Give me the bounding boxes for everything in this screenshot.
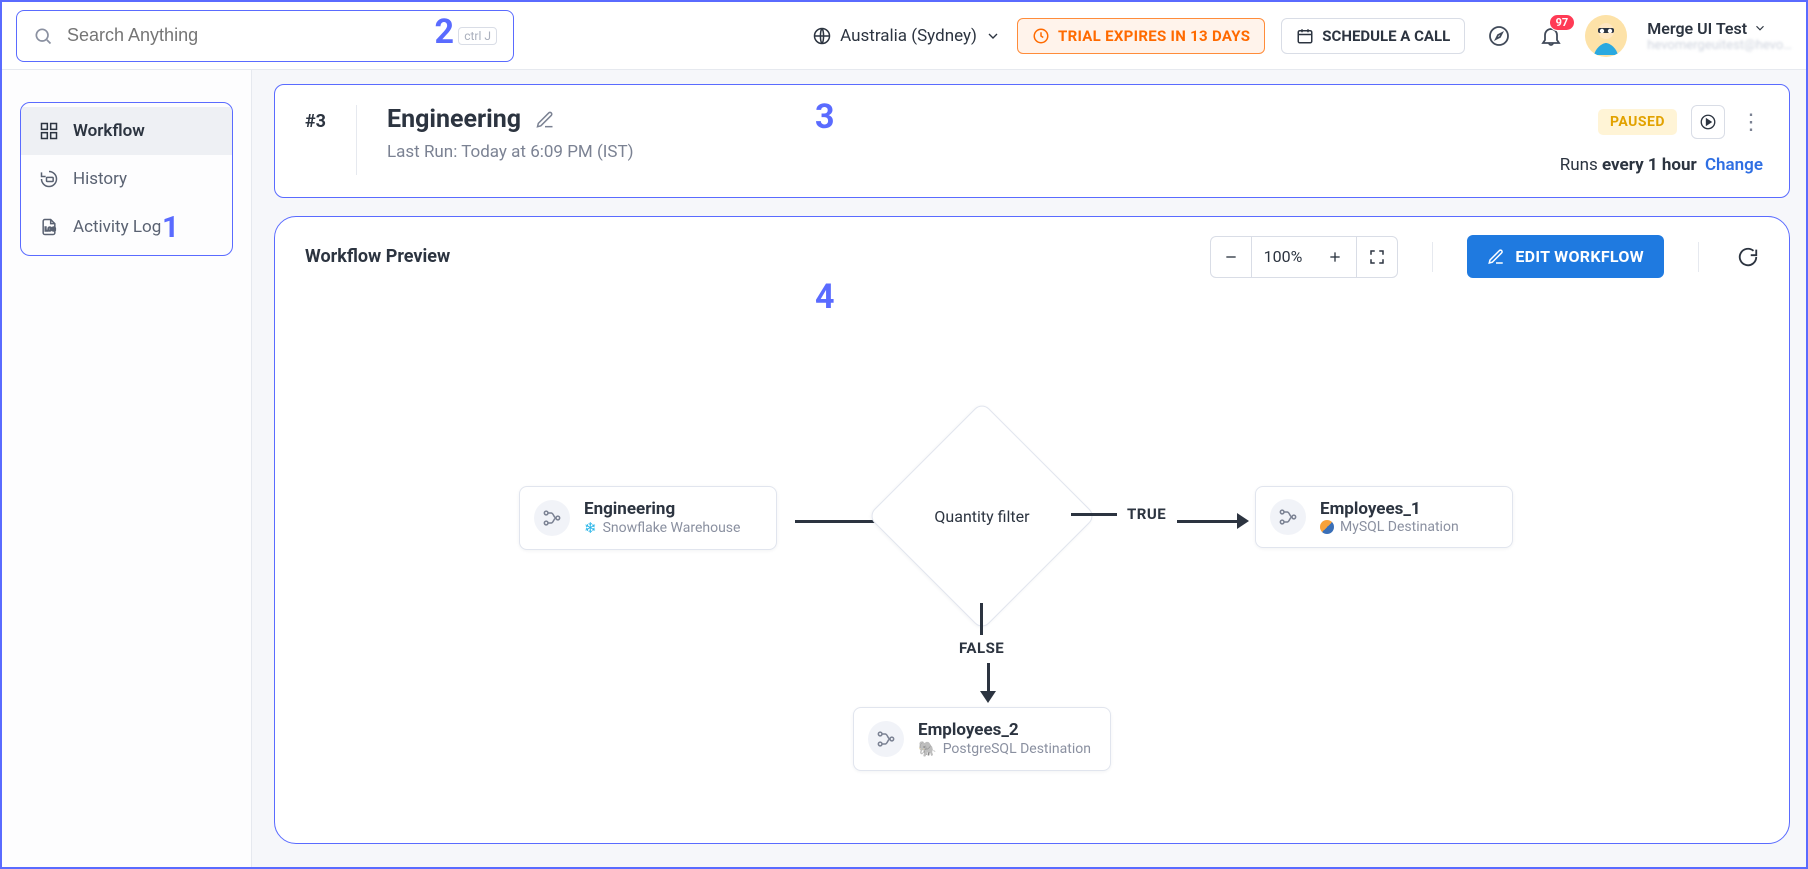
zoom-level: 100% xyxy=(1252,236,1315,278)
flow-icon xyxy=(868,721,904,757)
sidebar-item-label: Workflow xyxy=(73,121,145,141)
workflow-canvas[interactable]: Engineering ❄ Snowflake Warehouse Quantit… xyxy=(295,291,1769,823)
zoom-out-button[interactable] xyxy=(1210,236,1252,278)
user-email: hevomergeuitest@hevo… xyxy=(1647,38,1792,53)
node-title: Employees_1 xyxy=(1320,499,1459,519)
refresh-button[interactable] xyxy=(1733,242,1763,272)
search-wrap: ctrl J 2 xyxy=(16,10,514,62)
workflow-number: #3 xyxy=(305,105,326,132)
search-box[interactable]: ctrl J xyxy=(16,10,514,62)
workflow-last-run: Last Run: Today at 6:09 PM (IST) xyxy=(387,142,634,162)
preview-toolbar: Workflow Preview 100% EDIT WORKFLOW xyxy=(275,217,1789,290)
sidebar-item-activity-log[interactable]: LOG Activity Log xyxy=(21,203,232,251)
compass-icon[interactable] xyxy=(1481,18,1517,54)
calendar-icon xyxy=(1296,27,1314,45)
mysql-icon xyxy=(1320,520,1334,534)
sidebar-item-workflow[interactable]: Workflow xyxy=(21,107,232,155)
node-sub: Snowflake Warehouse xyxy=(603,520,741,536)
history-icon xyxy=(39,169,59,189)
user-info: Merge UI Test hevomergeuitest@hevo… xyxy=(1647,19,1792,53)
clock-icon xyxy=(1032,27,1050,45)
edge-label-true: TRUE xyxy=(1127,505,1166,523)
search-icon xyxy=(33,26,53,46)
user-menu[interactable]: Merge UI Test hevomergeuitest@hevo… xyxy=(1585,15,1792,57)
edit-title-icon[interactable] xyxy=(535,110,555,130)
top-bar: ctrl J 2 Australia (Sydney) TRIAL EXPIRE… xyxy=(2,2,1806,70)
main: #3 Engineering Last Run: Today at 6:09 P… xyxy=(252,70,1806,867)
node-dest-2[interactable]: Employees_2 🐘 PostgreSQL Destination xyxy=(853,707,1111,771)
edge-label-false: FALSE xyxy=(959,639,1004,657)
sidebar-item-history[interactable]: History xyxy=(21,155,232,203)
status-badge: PAUSED xyxy=(1598,109,1677,135)
node-title: Engineering xyxy=(584,499,740,519)
edit-workflow-button[interactable]: EDIT WORKFLOW xyxy=(1467,235,1664,278)
play-button[interactable] xyxy=(1691,105,1725,139)
flow-icon xyxy=(534,500,570,536)
zoom-controls: 100% xyxy=(1210,236,1399,278)
node-dest-1[interactable]: Employees_1 MySQL Destination xyxy=(1255,486,1513,548)
trial-text: TRIAL EXPIRES IN 13 DAYS xyxy=(1058,27,1250,45)
search-input[interactable] xyxy=(65,24,446,47)
schedule-text: SCHEDULE A CALL xyxy=(1322,27,1450,45)
more-menu[interactable]: ⋮ xyxy=(1739,110,1763,135)
region-selector[interactable]: Australia (Sydney) xyxy=(812,26,1001,46)
sidebar-item-label: History xyxy=(73,169,127,189)
workflow-header: #3 Engineering Last Run: Today at 6:09 P… xyxy=(274,84,1790,198)
snowflake-icon: ❄ xyxy=(584,519,597,537)
condition-label: Quantity filter xyxy=(901,435,1063,597)
edge-arrow xyxy=(1071,513,1117,516)
annotation-3: 3 xyxy=(815,97,835,137)
preview-title: Workflow Preview xyxy=(305,246,450,267)
log-icon: LOG xyxy=(39,217,59,237)
flow-icon xyxy=(1270,499,1306,535)
trial-banner[interactable]: TRIAL EXPIRES IN 13 DAYS xyxy=(1017,18,1265,54)
sidebar: Workflow History LOG Activity Log 1 xyxy=(2,70,252,867)
sidebar-item-label: Activity Log xyxy=(73,217,161,237)
node-condition[interactable]: Quantity filter xyxy=(901,435,1063,597)
edge-arrow xyxy=(1177,513,1249,529)
search-shortcut: ctrl J xyxy=(458,27,497,45)
user-name: Merge UI Test xyxy=(1647,19,1747,38)
notifications-button[interactable]: 97 xyxy=(1533,18,1569,54)
avatar xyxy=(1585,15,1627,57)
svg-text:LOG: LOG xyxy=(45,227,56,233)
node-sub: MySQL Destination xyxy=(1340,519,1459,535)
zoom-in-button[interactable] xyxy=(1314,236,1356,278)
globe-icon xyxy=(812,26,832,46)
edge-arrow xyxy=(980,663,996,703)
node-sub: PostgreSQL Destination xyxy=(943,741,1091,757)
region-label: Australia (Sydney) xyxy=(840,26,977,46)
sidebar-group: Workflow History LOG Activity Log xyxy=(20,102,233,256)
grid-icon xyxy=(39,121,59,141)
node-title: Employees_2 xyxy=(918,720,1091,740)
change-schedule-link[interactable]: Change xyxy=(1705,155,1763,175)
zoom-fit-button[interactable] xyxy=(1356,236,1398,278)
schedule-call-button[interactable]: SCHEDULE A CALL xyxy=(1281,18,1465,54)
node-source[interactable]: Engineering ❄ Snowflake Warehouse xyxy=(519,486,777,550)
notification-count: 97 xyxy=(1549,14,1576,31)
chevron-down-icon xyxy=(985,28,1001,44)
chevron-down-icon xyxy=(1753,21,1767,35)
runs-schedule: Runs every 1 hour Change xyxy=(1560,155,1763,175)
workflow-title: Engineering xyxy=(387,105,521,134)
postgresql-icon: 🐘 xyxy=(918,740,937,758)
edge-arrow xyxy=(980,603,983,635)
workflow-preview: Workflow Preview 100% EDIT WORKFLOW 4 xyxy=(274,216,1790,844)
